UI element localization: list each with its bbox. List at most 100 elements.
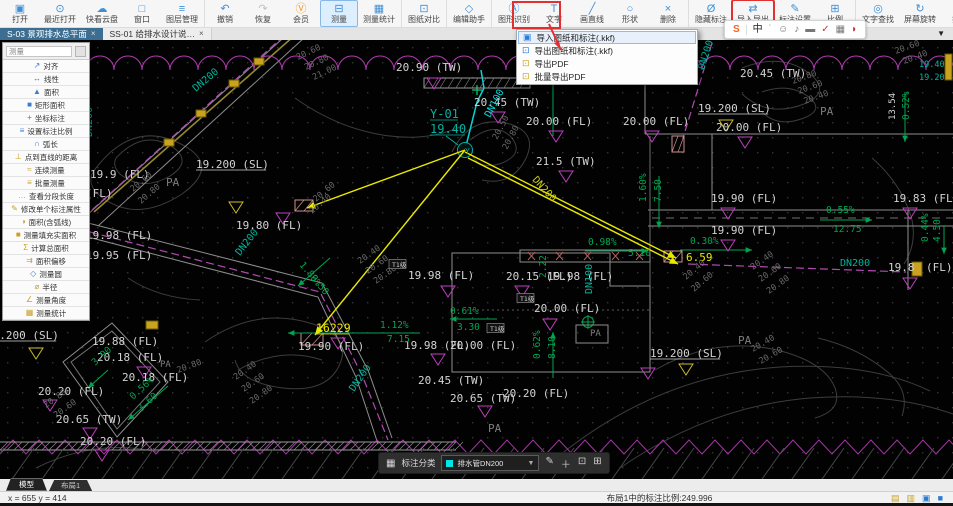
measure-panel-item[interactable]: ✎ 修改单个标注属性	[3, 203, 89, 216]
ime-icon[interactable]: ˙	[769, 22, 772, 37]
ime-icon[interactable]: ✓	[821, 22, 829, 37]
measure-panel-item[interactable]: ▲ 面积	[3, 86, 89, 99]
measure-item-icon: ▲	[33, 87, 41, 96]
measure-panel-item[interactable]: ■ 测量填充实面积	[3, 229, 89, 242]
measure-panel-collapse-button[interactable]	[75, 45, 86, 57]
toolbar-button-window[interactable]: □ 窗口	[123, 0, 161, 27]
drawing-canvas[interactable]: 20.90 (TW) 20.45 (TW) 20.45 (TW) 20.00 (FL)…	[0, 29, 953, 483]
ime-icon[interactable]: ▬	[805, 22, 815, 37]
toolbar-button-shapes[interactable]: ○ 形状	[611, 0, 649, 27]
sheet-tab[interactable]: 模型	[6, 478, 47, 491]
annotation-tool-icon[interactable]: ⊡	[578, 456, 586, 471]
toolbar-button-vip[interactable]: Ⓥ 会员	[282, 0, 320, 27]
measure-panel-item[interactable]: ◇ 测量圆	[3, 268, 89, 281]
close-icon[interactable]: ×	[91, 29, 96, 38]
measure-panel-item[interactable]: + 坐标标注	[3, 112, 89, 125]
toolbar-overflow-arrow[interactable]: ▼	[929, 29, 953, 38]
annotation-classify-label: 标注分类	[401, 458, 436, 468]
delete-icon: ×	[664, 2, 672, 15]
doc-tab[interactable]: S-03 景观排水总平面 ×	[0, 27, 103, 40]
measure-panel-item[interactable]: ▦ 测量统计	[3, 307, 89, 320]
doc-tab[interactable]: SS-01 给排水设计说… ×	[102, 27, 212, 40]
measure-panel-item[interactable]: ∩ 弧长	[3, 138, 89, 151]
toolbar-button-cloud[interactable]: ☁ 快看云盘	[81, 0, 123, 27]
annotation-tool-icon[interactable]: ＋	[561, 456, 571, 471]
cad-text: 19.95 (FL)	[86, 249, 152, 262]
measure-panel-item[interactable]: ↔ 线性	[3, 73, 89, 86]
measure-item-icon: ✎	[11, 204, 18, 213]
cad-text: 19.80 (FL)	[236, 219, 302, 232]
menu-item-icon: ⊡	[522, 45, 530, 55]
measure-panel-item[interactable]: ⌀ 半径	[3, 281, 89, 294]
cad-text: Y-01	[430, 107, 459, 121]
toolbar-button-clock[interactable]: ⊙ 最近打开	[39, 0, 81, 27]
toolbar-button-folder-open[interactable]: ▣ 打开	[1, 0, 39, 27]
import-export-menu: ▣ 导入图纸和标注(.kkf) ⊡ 导出图纸和标注(.kkf) ⊡ 导出PDF ⊡ 批量导出P…	[516, 29, 698, 85]
toolbar-button-shape-recognize[interactable]: Ⓐ 图形识别	[493, 0, 535, 27]
ime-icon[interactable]: ☺	[778, 22, 788, 37]
measure-panel-item[interactable]: ≡ 设置标注比例	[3, 125, 89, 138]
status-icon[interactable]: ▤	[891, 493, 900, 503]
cad-text: 19.200 (SL)	[196, 158, 269, 171]
layer-select[interactable]: 排水管DN200 ▼	[441, 455, 540, 471]
toolbar-button-rotate[interactable]: ↻ 屏幕旋转	[899, 0, 941, 27]
grid-icon[interactable]: ▦	[386, 458, 395, 469]
toolbar-button-measure-stats[interactable]: ▦ 测量统计	[358, 0, 400, 27]
toolbar-button-compare[interactable]: ⊡ 图纸对比	[403, 0, 445, 27]
status-icon[interactable]: ▣	[922, 493, 931, 503]
measure-panel-item[interactable]: ⇉ 面积偏移	[3, 255, 89, 268]
measure-panel-item[interactable]: ∠ 测量角度	[3, 294, 89, 307]
measure-item-label: 设置标注比例	[27, 126, 73, 136]
measure-panel-item[interactable]: ≡ 批量测量	[3, 177, 89, 190]
ime-icon[interactable]: S	[733, 22, 740, 37]
toolbar-button-redo[interactable]: ↷ 恢复	[244, 0, 282, 27]
close-icon[interactable]: ×	[199, 29, 204, 38]
status-icon[interactable]: ▥	[907, 493, 916, 503]
menu-item[interactable]: ⊡ 批量导出PDF	[518, 70, 696, 83]
measure-panel-item[interactable]: ↗ 对齐	[3, 60, 89, 73]
menu-item[interactable]: ⊡ 导出图纸和标注(.kkf)	[518, 44, 696, 57]
ime-icon[interactable]: ◗	[851, 22, 857, 37]
menu-item-label: 导入图纸和标注(.kkf)	[536, 32, 615, 43]
toolbar-button-text[interactable]: T 文字	[535, 0, 573, 27]
cad-text: 4.50	[932, 219, 943, 242]
toolbar-button-print[interactable]: ▤打印	[941, 0, 953, 27]
measure-panel-item[interactable]: Σ 计算总面积	[3, 242, 89, 255]
annotation-tool-icon[interactable]: ⊞	[593, 456, 601, 471]
toolbar-button-undo[interactable]: ↶ 撤销	[206, 0, 244, 27]
ime-icon[interactable]: ♪	[794, 22, 799, 37]
toolbar-button-label: 恢复	[255, 14, 271, 24]
cad-text: DN200	[840, 258, 870, 269]
measure-item-icon: ⌀	[34, 282, 40, 291]
measure-panel-items: ↗ 对齐 ↔ 线性 ▲ 面积 ■ 矩形面积 + 坐标标注 ≡ 设置标注比例 ∩ 弧长 ⊥ 点到直线的距离 ≈ 连续…	[3, 60, 89, 320]
toolbar-button-edit-assistant[interactable]: ◇ 编辑助手	[448, 0, 490, 27]
measure-panel-title: 测量	[6, 45, 72, 57]
toolbar-button-line[interactable]: ╱ 画直线	[573, 0, 611, 27]
ime-separator	[745, 24, 747, 35]
sheet-tab[interactable]: 布局1	[49, 480, 93, 491]
measure-panel-item[interactable]: ≈ 连续测量	[3, 164, 89, 177]
ime-icon[interactable]: ▦	[836, 22, 845, 37]
import-export-icon: ⇄	[748, 2, 758, 15]
measure-item-icon: ◑	[20, 217, 26, 226]
status-icon[interactable]: ■	[938, 493, 943, 503]
toolbar-button-delete[interactable]: × 删除	[649, 0, 687, 27]
measure-panel-item[interactable]: … 查看分段长度	[3, 190, 89, 203]
measure-item-label: 弧长	[42, 139, 58, 149]
undo-icon: ↶	[220, 2, 230, 15]
cad-text: 20.00 (FL)	[534, 302, 600, 315]
measure-panel-item[interactable]: ■ 矩形面积	[3, 99, 89, 112]
toolbar-button-measure[interactable]: ⊟ 测量	[320, 0, 358, 27]
annotation-tool-icon[interactable]: ✎	[545, 456, 553, 471]
measure-panel-item[interactable]: ⊥ 点到直线的距离	[3, 151, 89, 164]
vip-icon: Ⓥ	[295, 2, 307, 15]
toolbar-button-layers[interactable]: ≡ 图层管理	[161, 0, 203, 27]
ime-icon[interactable]: 中	[753, 22, 763, 37]
menu-item[interactable]: ⊡ 导出PDF	[518, 57, 696, 70]
toolbar-group: Ⓐ 图形识别 T 文字 ╱ 画直线 ○ 形状 × 删除	[492, 0, 689, 27]
measure-item-label: 半径	[42, 282, 58, 292]
menu-item[interactable]: ▣ 导入图纸和标注(.kkf)	[518, 31, 696, 44]
folder-open-icon: ▣	[14, 2, 26, 15]
measure-panel-item[interactable]: ◑ 面积(含弧线)	[3, 216, 89, 229]
toolbar-button-label: 撤销	[217, 14, 233, 24]
